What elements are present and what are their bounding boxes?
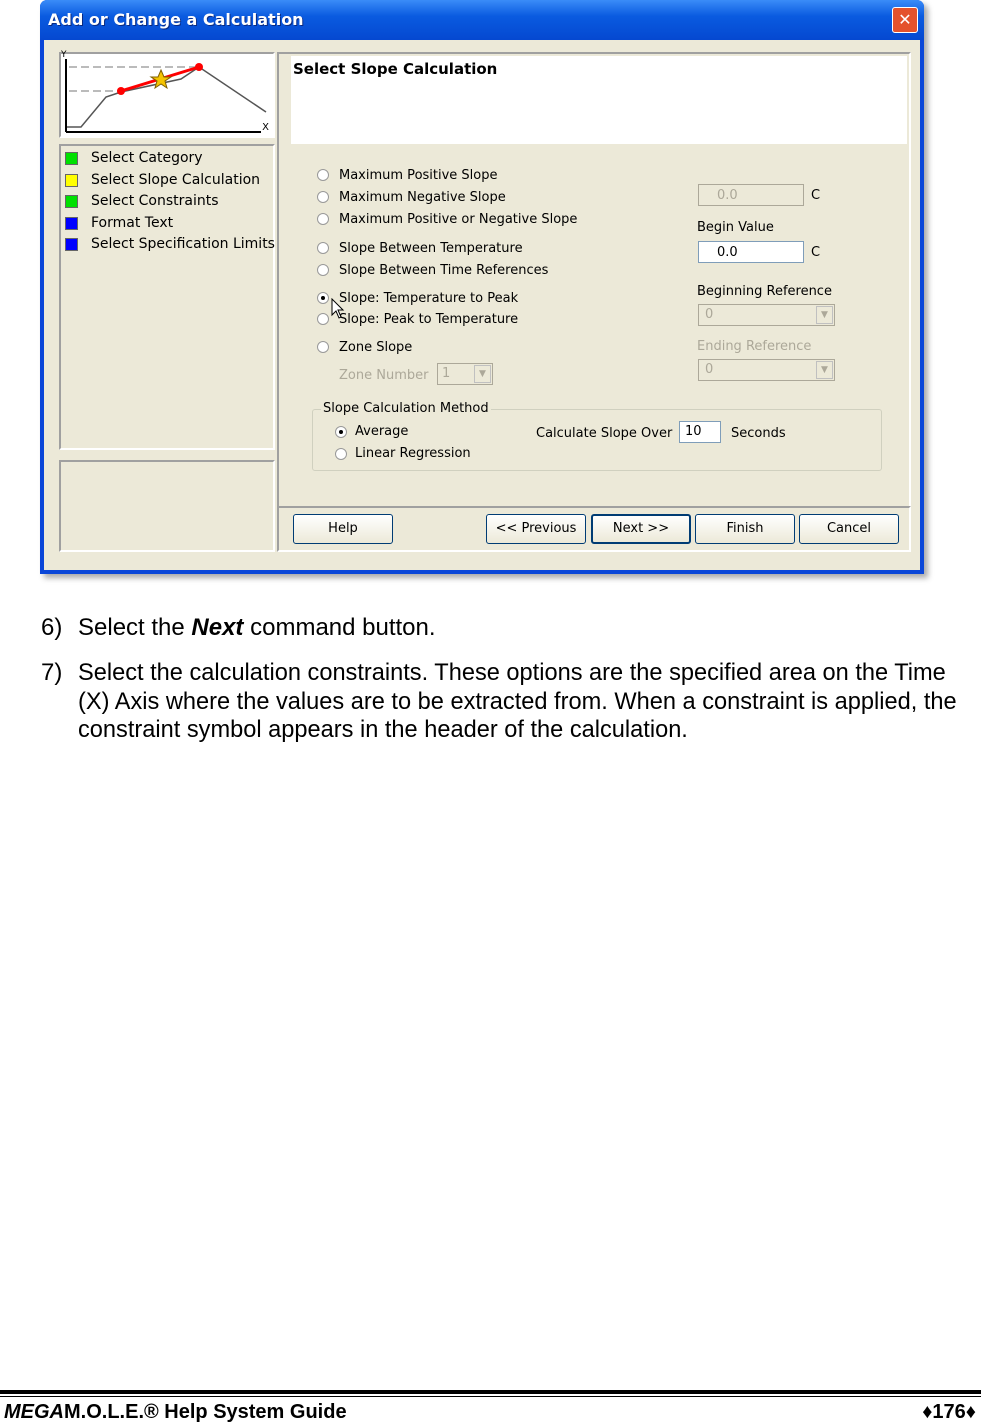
ending-reference-label: Ending Reference — [697, 339, 812, 354]
step-label: Select Constraints — [91, 193, 219, 209]
chevron-down-icon: ▼ — [474, 365, 491, 383]
footer-rule-thin — [0, 1396, 981, 1397]
slope-option-label: Slope: Temperature to Peak — [339, 291, 519, 306]
left-bottom-panel — [59, 460, 275, 552]
x-axis-label: X — [262, 122, 269, 133]
ending-reference-select[interactable]: 0 ▼ — [698, 359, 835, 381]
radio-button[interactable] — [317, 169, 329, 181]
step-6-number: 6) — [41, 614, 63, 641]
content-panel: Select Slope Calculation Maximum Positiv… — [277, 52, 911, 508]
radio-button[interactable] — [317, 313, 329, 325]
step-6-bold: Next — [191, 614, 244, 641]
title-bar: Add or Change a Calculation ✕ — [40, 0, 924, 40]
seconds-label: Seconds — [731, 426, 786, 441]
slope-option-label: Zone Slope — [339, 340, 413, 355]
linear-regression-label: Linear Regression — [355, 446, 471, 461]
ending-reference-value: 0 — [705, 362, 714, 377]
step-6-post: command button. — [243, 614, 436, 641]
page-number: ♦176♦ — [922, 1401, 976, 1423]
beginning-reference-value: 0 — [705, 307, 714, 322]
y-axis-label: Y — [61, 50, 67, 60]
radio-button[interactable] — [317, 264, 329, 276]
page-title: Select Slope Calculation — [293, 60, 498, 78]
slope-option-label: Maximum Positive Slope — [339, 168, 498, 183]
begin-value-label: Begin Value — [697, 220, 774, 235]
radio-button[interactable] — [317, 292, 329, 304]
chevron-down-icon: ▼ — [816, 306, 833, 324]
zone-number-select[interactable]: 1 ▼ — [437, 363, 493, 385]
radio-button[interactable] — [317, 242, 329, 254]
begin-value-field[interactable]: 0.0 — [698, 241, 804, 263]
step-6-text: Select the Next command button. — [78, 614, 436, 642]
slope-graph-icon — [65, 59, 267, 133]
cancel-button[interactable]: Cancel — [799, 514, 899, 544]
slope-method-legend: Slope Calculation Method — [321, 401, 491, 416]
value-field[interactable]: 0.0 — [698, 184, 804, 206]
brand-rest: M.O.L.E.® Help System Guide — [64, 1401, 347, 1423]
close-button[interactable]: ✕ — [892, 7, 918, 33]
header-area: Select Slope Calculation — [291, 56, 907, 144]
step-7-number: 7) — [41, 659, 63, 686]
chevron-down-icon: ▼ — [816, 361, 833, 379]
slope-option-label: Maximum Negative Slope — [339, 190, 506, 205]
previous-button[interactable]: << Previous — [486, 514, 586, 544]
button-bar: Help << Previous Next >> Finish Cancel — [277, 506, 911, 552]
beginning-reference-label: Beginning Reference — [697, 284, 832, 299]
step-status-swatch — [65, 152, 78, 165]
mouse-cursor-icon — [331, 298, 345, 319]
radio-linear-regression[interactable] — [335, 448, 347, 460]
footer-brand: MEGAM.O.L.E.® Help System Guide — [4, 1401, 347, 1424]
radio-average[interactable] — [335, 426, 347, 438]
brand-italic: MEGA — [4, 1401, 64, 1423]
step-label: Format Text — [91, 214, 174, 231]
radio-button[interactable] — [317, 213, 329, 225]
slope-method-group: Slope Calculation Method Average Linear … — [312, 401, 882, 471]
finish-button[interactable]: Finish — [695, 514, 795, 544]
zone-number-value: 1 — [442, 366, 451, 381]
step-label: Select Category — [91, 150, 203, 166]
dialog-body: Y X Select Category Select Slope Calculat… — [44, 40, 920, 570]
step-label: Select Slope Calculation — [91, 171, 261, 188]
slope-option-label: Maximum Positive or Negative Slope — [339, 212, 578, 227]
step-7-text: Select the calculation constraints. Thes… — [78, 660, 957, 743]
beginning-reference-select[interactable]: 0 ▼ — [698, 304, 835, 326]
steps-list: Select Category Select Slope Calculation S… — [59, 144, 275, 450]
slope-option-label: Slope Between Time References — [339, 263, 549, 278]
calculate-over-label: Calculate Slope Over — [536, 426, 673, 441]
average-label: Average — [355, 424, 409, 439]
unit-label: C — [811, 188, 821, 203]
step-label: Select Specification Limits — [91, 236, 275, 252]
slope-option-label: Slope Between Temperature — [339, 241, 523, 256]
zone-number-label: Zone Number — [339, 368, 429, 383]
help-button[interactable]: Help — [293, 514, 393, 544]
step-status-swatch — [65, 195, 78, 208]
step-status-swatch — [65, 216, 78, 230]
unit-label: C — [811, 245, 821, 260]
seconds-input[interactable]: 10 — [679, 421, 721, 443]
slope-graph: Y X — [59, 50, 275, 138]
radio-button[interactable] — [317, 341, 329, 353]
dialog-window: Add or Change a Calculation ✕ Y X Select… — [40, 0, 924, 574]
radio-button[interactable] — [317, 191, 329, 203]
step-6-pre: Select the — [78, 614, 192, 641]
step-status-swatch — [65, 238, 78, 251]
slope-option-label: Slope: Peak to Temperature — [339, 312, 519, 327]
next-button[interactable]: Next >> — [591, 514, 691, 544]
dialog-title: Add or Change a Calculation — [48, 10, 304, 29]
footer-rule — [0, 1390, 981, 1394]
step-status-swatch — [65, 173, 78, 187]
